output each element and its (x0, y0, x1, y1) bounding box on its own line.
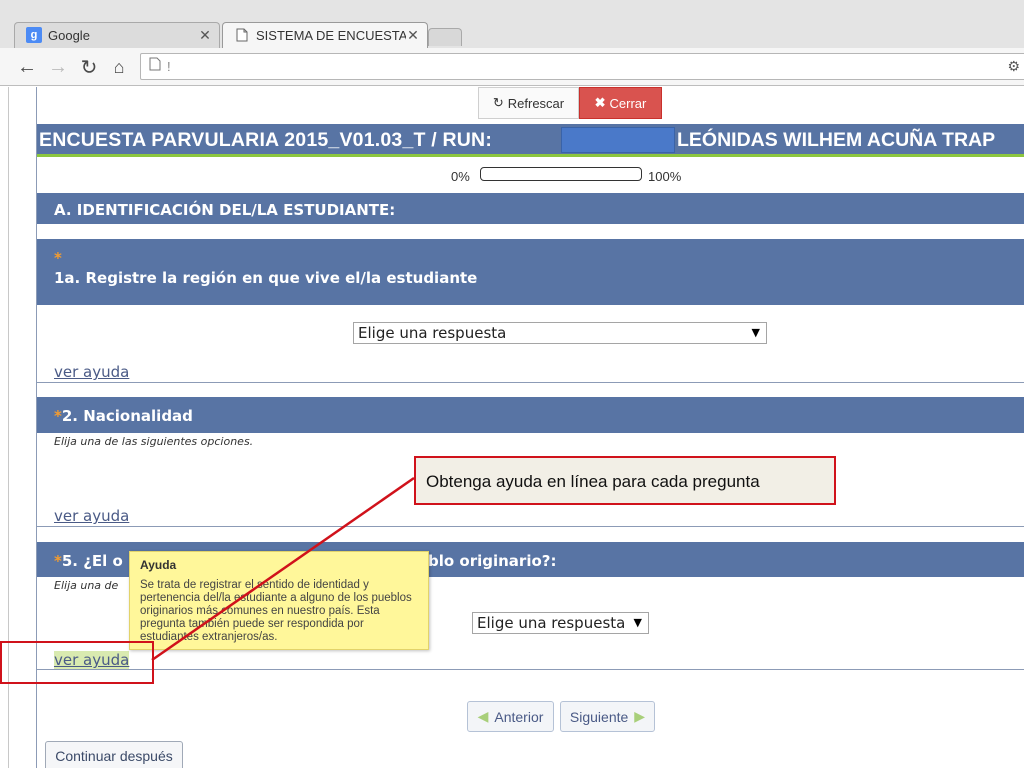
run-redacted-field (561, 127, 675, 153)
select-value: Elige una respuesta (477, 614, 626, 632)
question-2-label: 2. Nacionalidad (61, 407, 193, 425)
wrench-menu-icon[interactable]: ⚙ (1007, 58, 1020, 75)
progress-row: 0% 100% (37, 166, 1024, 186)
callout-text: Obtenga ayuda en línea para cada pregunt… (426, 472, 760, 491)
survey-title: ENCUESTA PARVULARIA 2015_V01.03_T / RUN: (39, 129, 493, 151)
annotation-highlight-box (0, 641, 154, 684)
reload-icon[interactable]: ↻ (78, 56, 100, 79)
question-5-text-start: *5. ¿El o (54, 552, 123, 570)
left-arrow-icon: ◀ (477, 708, 489, 724)
divider (37, 669, 1024, 670)
tooltip-body: Se trata de registrar el sentido de iden… (140, 579, 412, 643)
browser-tab-strip: g Google ✕ SISTEMA DE ENCUESTAS - ✕ (0, 0, 1024, 48)
google-favicon-icon: g (26, 27, 42, 43)
continue-later-button[interactable]: Continuar después (45, 741, 183, 768)
help-link-q2[interactable]: ver ayuda (54, 507, 129, 525)
address-bar[interactable]: ! (140, 53, 1024, 80)
question-2-text: *2. Nacionalidad (54, 407, 193, 425)
required-mark: * (54, 552, 62, 570)
dropdown-caret-icon: ▼ (751, 326, 760, 339)
annotation-callout: Obtenga ayuda en línea para cada pregunt… (414, 456, 836, 505)
question-1a-header: * 1a. Registre la región en que vive el/… (37, 239, 1024, 305)
survey-title-bar: ENCUESTA PARVULARIA 2015_V01.03_T / RUN:… (37, 124, 1024, 157)
progress-bar (480, 167, 642, 181)
question-1a-text: 1a. Registre la región en que vive el/la… (54, 269, 478, 287)
student-name: LEÓNIDAS WILHEM ACUÑA TRAP (677, 129, 996, 151)
dropdown-caret-icon: ▼ (633, 616, 642, 629)
page-icon (149, 57, 161, 76)
question-5-text-end: blo originario?: (428, 552, 557, 570)
next-label: Siguiente (569, 708, 629, 725)
help-tooltip: Ayuda Se trata de registrar el sentido d… (129, 551, 429, 650)
continue-later-label: Continuar después (55, 748, 173, 764)
progress-min-label: 0% (451, 169, 470, 184)
tab-title: SISTEMA DE ENCUESTAS - (256, 27, 406, 43)
right-arrow-icon: ▶ (634, 708, 646, 724)
forward-arrow-icon[interactable]: → (47, 56, 69, 78)
survey-form: ENCUESTA PARVULARIA 2015_V01.03_T / RUN:… (36, 87, 1024, 768)
previous-label: Anterior (494, 708, 544, 725)
section-title: A. IDENTIFICACIÓN DEL/LA ESTUDIANTE: (54, 201, 396, 219)
region-select[interactable]: Elige una respuesta ▼ (353, 322, 767, 344)
previous-button[interactable]: ◀ Anterior (467, 701, 554, 732)
divider (37, 526, 1024, 527)
close-tab-icon[interactable]: ✕ (406, 27, 420, 44)
indigenous-select[interactable]: Elige una respuesta ▼ (472, 612, 649, 634)
question-2-hint: Elija una de las siguientes opciones. (54, 435, 254, 448)
next-button[interactable]: Siguiente ▶ (560, 701, 655, 732)
tab-sistema-content[interactable]: SISTEMA DE ENCUESTAS - ✕ (222, 22, 428, 48)
select-value: Elige una respuesta (358, 324, 507, 342)
back-arrow-icon[interactable]: ← (16, 56, 38, 78)
close-tab-icon[interactable]: ✕ (198, 27, 212, 44)
tab-title: Google (48, 27, 90, 43)
new-tab-button[interactable] (428, 28, 462, 46)
browser-toolbar: ← → ↻ ⌂ ! ⚙ (0, 48, 1024, 86)
progress-max-label: 100% (648, 169, 682, 184)
question-5-label-start: 5. ¿El o (61, 552, 123, 570)
tooltip-title: Ayuda (140, 558, 177, 572)
section-header: A. IDENTIFICACIÓN DEL/LA ESTUDIANTE: (37, 193, 1024, 224)
url-text: ! (167, 59, 171, 74)
question-2-header: *2. Nacionalidad (37, 397, 1024, 433)
required-mark: * (54, 407, 62, 425)
divider (37, 382, 1024, 383)
required-mark: * (54, 249, 62, 267)
help-link-q1a[interactable]: ver ayuda (54, 363, 129, 381)
document-icon (234, 27, 250, 43)
tab-google-content[interactable]: g Google ✕ (14, 22, 220, 48)
question-5-hint: Elija una de (54, 579, 119, 592)
home-icon[interactable]: ⌂ (108, 56, 130, 78)
